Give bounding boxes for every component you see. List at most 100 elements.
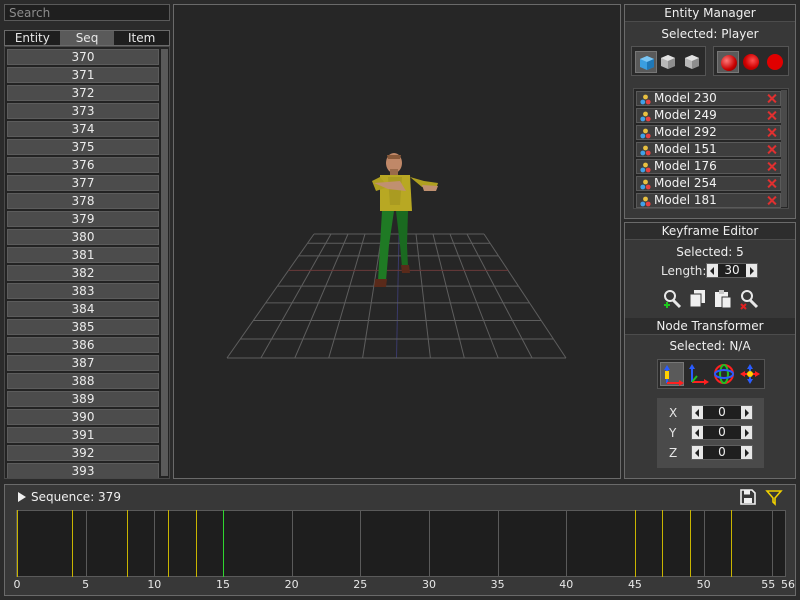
sequence-item[interactable]: 386	[7, 337, 159, 353]
keyframe-marker-selected[interactable]	[222, 510, 224, 577]
filter-icon[interactable]	[765, 488, 783, 506]
cube-grey-icon[interactable]	[681, 51, 703, 73]
y-increment-button[interactable]	[741, 426, 752, 439]
timeline-gridline[interactable]	[428, 510, 430, 577]
sequence-item[interactable]: 378	[7, 193, 159, 209]
tab-item[interactable]: Item	[114, 31, 169, 45]
delete-icon[interactable]	[766, 194, 778, 207]
length-increment-button[interactable]	[746, 264, 757, 277]
sequence-item[interactable]: 372	[7, 85, 159, 101]
sequence-item[interactable]: 375	[7, 139, 159, 155]
sequence-item[interactable]: 393	[7, 463, 159, 478]
sequence-item[interactable]: 384	[7, 301, 159, 317]
sequence-scroll-thumb[interactable]	[161, 49, 168, 476]
model-row[interactable]: Model 249	[636, 108, 781, 123]
sequence-item[interactable]: 385	[7, 319, 159, 335]
x-value[interactable]: 0	[703, 406, 741, 419]
model-row[interactable]: Model 151	[636, 142, 781, 157]
delete-icon[interactable]	[766, 160, 778, 173]
model-row[interactable]: Model 254	[636, 176, 781, 191]
keyframe-marker[interactable]	[731, 510, 733, 577]
delete-icon[interactable]	[766, 109, 778, 122]
z-stepper[interactable]: 0	[691, 445, 753, 460]
axes-icon[interactable]	[686, 362, 710, 386]
scale-icon[interactable]	[738, 362, 762, 386]
keyframe-marker[interactable]	[17, 510, 18, 577]
3d-viewport[interactable]	[173, 4, 621, 479]
delete-icon[interactable]	[766, 92, 778, 105]
sequence-item[interactable]: 389	[7, 391, 159, 407]
sequence-item[interactable]: 376	[7, 157, 159, 173]
sequence-item[interactable]: 380	[7, 229, 159, 245]
play-icon[interactable]	[18, 492, 26, 502]
sequence-item[interactable]: 388	[7, 373, 159, 389]
model-label: Model 292	[654, 125, 717, 139]
delete-icon[interactable]	[766, 126, 778, 139]
sequence-item[interactable]: 370	[7, 49, 159, 65]
sphere-red-icon[interactable]	[717, 51, 739, 73]
z-increment-button[interactable]	[741, 446, 752, 459]
timeline-gridline[interactable]	[566, 510, 568, 577]
keyframe-marker[interactable]	[634, 510, 636, 577]
zoom-remove-icon[interactable]	[738, 288, 760, 310]
keyframe-marker[interactable]	[689, 510, 691, 577]
y-decrement-button[interactable]	[692, 426, 703, 439]
circle-red-icon[interactable]	[764, 51, 786, 73]
sphere-red-faceted-icon[interactable]	[740, 51, 762, 73]
timeline-gridline[interactable]	[772, 510, 774, 577]
sequence-scrollbar[interactable]	[161, 49, 168, 476]
timeline-gridline[interactable]	[154, 510, 156, 577]
timeline-gridline[interactable]	[291, 510, 293, 577]
x-decrement-button[interactable]	[692, 406, 703, 419]
rotate-icon[interactable]	[712, 362, 736, 386]
y-stepper[interactable]: 0	[691, 425, 753, 440]
model-row[interactable]: Model 292	[636, 125, 781, 140]
model-row[interactable]: Model 230	[636, 91, 781, 106]
z-decrement-button[interactable]	[692, 446, 703, 459]
keyframe-marker[interactable]	[168, 510, 170, 577]
sequence-item[interactable]: 381	[7, 247, 159, 263]
model-list-scrollbar[interactable]	[781, 90, 787, 207]
cube-grey-icon[interactable]	[657, 51, 679, 73]
timeline-gridline[interactable]	[360, 510, 362, 577]
z-value[interactable]: 0	[703, 446, 741, 459]
timeline-track[interactable]	[16, 510, 786, 577]
sequence-item[interactable]: 373	[7, 103, 159, 119]
sequence-item[interactable]: 383	[7, 283, 159, 299]
sequence-item[interactable]: 382	[7, 265, 159, 281]
keyframe-marker[interactable]	[195, 510, 197, 577]
sequence-item[interactable]: 377	[7, 175, 159, 191]
keyframe-marker[interactable]	[662, 510, 664, 577]
sequence-item[interactable]: 390	[7, 409, 159, 425]
length-decrement-button[interactable]	[707, 264, 718, 277]
save-icon[interactable]	[739, 488, 757, 506]
sequence-item[interactable]: 374	[7, 121, 159, 137]
sequence-item[interactable]: 392	[7, 445, 159, 461]
length-stepper[interactable]: 30	[706, 263, 758, 278]
sequence-item[interactable]: 371	[7, 67, 159, 83]
tab-seq[interactable]: Seq	[59, 31, 115, 45]
length-value[interactable]: 30	[718, 264, 746, 277]
copy-icon[interactable]	[687, 288, 709, 310]
y-value[interactable]: 0	[703, 426, 741, 439]
translate-icon[interactable]	[660, 362, 684, 386]
model-row[interactable]: Model 176	[636, 159, 781, 174]
x-increment-button[interactable]	[741, 406, 752, 419]
keyframe-marker[interactable]	[126, 510, 128, 577]
tab-entity[interactable]: Entity	[5, 31, 60, 45]
timeline-gridline[interactable]	[85, 510, 87, 577]
sequence-item[interactable]: 379	[7, 211, 159, 227]
paste-icon[interactable]	[712, 288, 734, 310]
model-row[interactable]: Model 181	[636, 193, 781, 208]
zoom-add-icon[interactable]	[661, 288, 683, 310]
sequence-item[interactable]: 391	[7, 427, 159, 443]
delete-icon[interactable]	[766, 143, 778, 156]
sequence-item[interactable]: 387	[7, 355, 159, 371]
search-input[interactable]	[4, 4, 170, 21]
keyframe-marker[interactable]	[71, 510, 73, 577]
timeline-gridline[interactable]	[497, 510, 499, 577]
cube-blue-icon[interactable]	[635, 51, 657, 73]
timeline-gridline[interactable]	[703, 510, 705, 577]
x-stepper[interactable]: 0	[691, 405, 753, 420]
delete-icon[interactable]	[766, 177, 778, 190]
